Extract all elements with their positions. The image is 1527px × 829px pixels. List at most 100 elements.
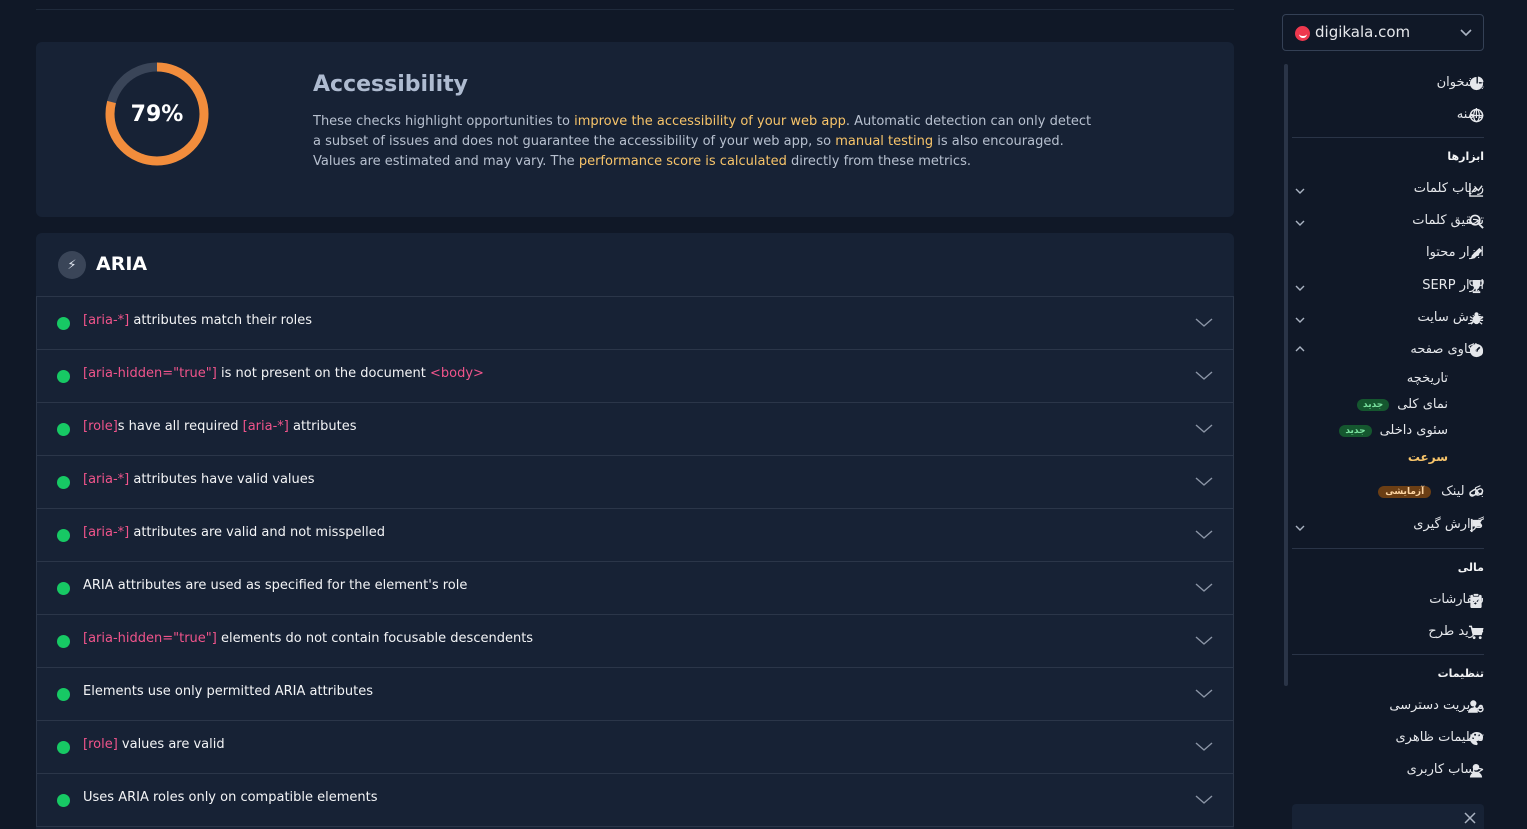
sidebar-item-backlink[interactable]: بک لینک آزمایشی <box>1378 484 1484 499</box>
section-label-tools: ابزارها <box>1447 150 1484 163</box>
section-label-finance: مالی <box>1457 561 1484 574</box>
pass-status-dot <box>57 317 70 330</box>
sidebar-subitem-label: نمای کلی <box>1397 397 1448 412</box>
sidebar-item-content-tools[interactable]: ابزار محتوا <box>1426 245 1484 260</box>
sidebar-subitem-internal-seo[interactable]: سئوی داخلی جدید <box>1339 423 1448 438</box>
pass-status-dot <box>57 423 70 436</box>
audit-title: [aria-*] attributes are valid and not mi… <box>83 525 385 540</box>
code-snippet: [aria-*] <box>83 525 130 540</box>
chevron-down-icon[interactable] <box>1295 187 1305 195</box>
sidebar-divider <box>1292 654 1484 655</box>
chevron-down-icon[interactable] <box>1195 528 1213 542</box>
code-snippet: [aria-*] <box>83 313 130 328</box>
chevron-down-icon[interactable] <box>1195 793 1213 807</box>
sidebar-bottom-panel <box>1292 804 1484 829</box>
audit-title: [aria-*] attributes have valid values <box>83 472 315 487</box>
chevron-down-icon[interactable] <box>1195 369 1213 383</box>
chevron-down-icon[interactable] <box>1295 284 1305 292</box>
new-badge: جدید <box>1339 424 1372 437</box>
sidebar-subitem-history[interactable]: تاریخچه <box>1407 371 1448 386</box>
pass-status-dot <box>57 794 70 807</box>
sidebar-subitem-speed[interactable]: سرعت <box>1408 450 1448 464</box>
audit-row[interactable]: [role] values are valid <box>36 721 1234 774</box>
audit-row[interactable]: [aria-hidden="true"] is not present on t… <box>36 350 1234 403</box>
audit-row[interactable]: Elements use only permitted ARIA attribu… <box>36 668 1234 721</box>
aria-title: ARIA <box>96 253 148 275</box>
sidebar-item-rank-tracker[interactable]: ردیاب کلمات <box>1414 181 1484 196</box>
improve-accessibility-link[interactable]: improve the accessibility of your web ap… <box>574 114 846 129</box>
close-icon[interactable] <box>1464 812 1476 824</box>
manual-testing-link[interactable]: manual testing <box>835 134 933 149</box>
sidebar-item-orders[interactable]: سفارشات <box>1429 592 1484 607</box>
sidebar-item-keyword-research[interactable]: تحقیق کلمات <box>1412 213 1484 228</box>
audit-text-part: attributes match their roles <box>129 313 313 328</box>
sidebar-item-serp-tools[interactable]: ابزار SERP <box>1422 278 1484 293</box>
top-divider <box>36 9 1234 10</box>
chevron-down-icon[interactable] <box>1195 740 1213 754</box>
sidebar-item-reporting[interactable]: گزارش گیری <box>1413 517 1484 532</box>
score-title: Accessibility <box>313 72 468 97</box>
chevron-down-icon[interactable] <box>1195 316 1213 330</box>
chevron-up-icon[interactable] <box>1295 345 1305 353</box>
accessibility-score-card: 79% Accessibility These checks highlight… <box>36 42 1234 217</box>
audit-row[interactable]: Uses ARIA roles only on compatible eleme… <box>36 774 1234 827</box>
chevron-down-icon[interactable] <box>1195 634 1213 648</box>
desc-text: Values are estimated and may vary. The <box>313 154 579 169</box>
audit-text-part: Uses ARIA roles only on compatible eleme… <box>83 790 378 805</box>
score-calculated-link[interactable]: performance score is calculated <box>579 154 787 169</box>
audit-text-part: values are valid <box>117 737 225 752</box>
sidebar-item-user-account[interactable]: حساب کاربری <box>1407 762 1484 777</box>
aria-section: ⚡ ARIA [aria-*] attributes match their r… <box>36 233 1234 829</box>
audit-row[interactable]: [aria-*] attributes are valid and not mi… <box>36 509 1234 562</box>
audit-text-part: Elements use only permitted ARIA attribu… <box>83 684 373 699</box>
section-label-settings: تنظیمات <box>1437 667 1484 680</box>
chevron-down-icon[interactable] <box>1295 219 1305 227</box>
audit-row[interactable]: [aria-hidden="true"] elements do not con… <box>36 615 1234 668</box>
sidebar-divider <box>1292 548 1484 549</box>
audit-title: [aria-*] attributes match their roles <box>83 313 312 328</box>
audit-text-part: attributes are valid and not misspelled <box>129 525 385 540</box>
desc-text: is also encouraged. <box>933 134 1064 149</box>
code-snippet: <body> <box>430 366 484 381</box>
chevron-down-icon[interactable] <box>1195 475 1213 489</box>
audit-row[interactable]: ARIA attributes are used as specified fo… <box>36 562 1234 615</box>
domain-name: digikala.com <box>1315 23 1411 41</box>
sidebar-item-access-management[interactable]: مدیریت دسترسی <box>1389 698 1484 713</box>
audit-row[interactable]: [aria-*] attributes match their roles <box>36 297 1234 350</box>
desc-text: directly from these metrics. <box>786 154 971 169</box>
pass-status-dot <box>57 635 70 648</box>
chevron-down-icon[interactable] <box>1295 316 1305 324</box>
score-description: These checks highlight opportunities to … <box>313 112 1103 172</box>
audit-title: [role]s have all required [aria-*] attri… <box>83 419 356 434</box>
sidebar-item-dashboard[interactable]: پیشخوان <box>1437 75 1484 90</box>
chevron-down-icon[interactable] <box>1295 524 1305 532</box>
pass-status-dot <box>57 741 70 754</box>
code-snippet: [role] <box>83 419 118 434</box>
sidebar-item-appearance[interactable]: تنظیمات ظاهری <box>1396 730 1485 745</box>
chevron-down-icon[interactable] <box>1195 422 1213 436</box>
audit-title: [aria-hidden="true"] elements do not con… <box>83 631 533 646</box>
audit-title: Elements use only permitted ARIA attribu… <box>83 684 373 699</box>
sidebar-item-label: بک لینک <box>1441 484 1484 499</box>
new-badge: جدید <box>1357 398 1390 411</box>
score-percent: 79% <box>130 101 184 127</box>
chevron-down-icon[interactable] <box>1195 687 1213 701</box>
pass-status-dot <box>57 370 70 383</box>
desc-text: These checks highlight opportunities to <box>313 114 575 129</box>
audit-text-part: ARIA attributes are used as specified fo… <box>83 578 468 593</box>
sidebar-divider <box>1292 137 1484 138</box>
code-snippet: [aria-*] <box>83 472 130 487</box>
sidebar-item-domain[interactable]: دامنه <box>1457 107 1484 122</box>
pass-status-dot <box>57 529 70 542</box>
audit-row[interactable]: [aria-*] attributes have valid values <box>36 456 1234 509</box>
domain-select[interactable]: digikala.com <box>1282 14 1484 51</box>
chevron-down-icon[interactable] <box>1195 581 1213 595</box>
sidebar-item-page-audit[interactable]: واکاوی صفحه <box>1410 342 1484 357</box>
experimental-badge: آزمایشی <box>1378 485 1432 498</box>
sidebar-subitem-overview[interactable]: نمای کلی جدید <box>1357 397 1448 412</box>
sidebar-subitem-label: سئوی داخلی <box>1379 423 1448 438</box>
sidebar-item-site-crawl[interactable]: خزش سایت <box>1418 310 1484 325</box>
sidebar-item-buy-plan[interactable]: خرید طرح <box>1428 624 1484 639</box>
audit-row[interactable]: [role]s have all required [aria-*] attri… <box>36 403 1234 456</box>
sidebar-scrollbar[interactable] <box>1284 64 1288 686</box>
